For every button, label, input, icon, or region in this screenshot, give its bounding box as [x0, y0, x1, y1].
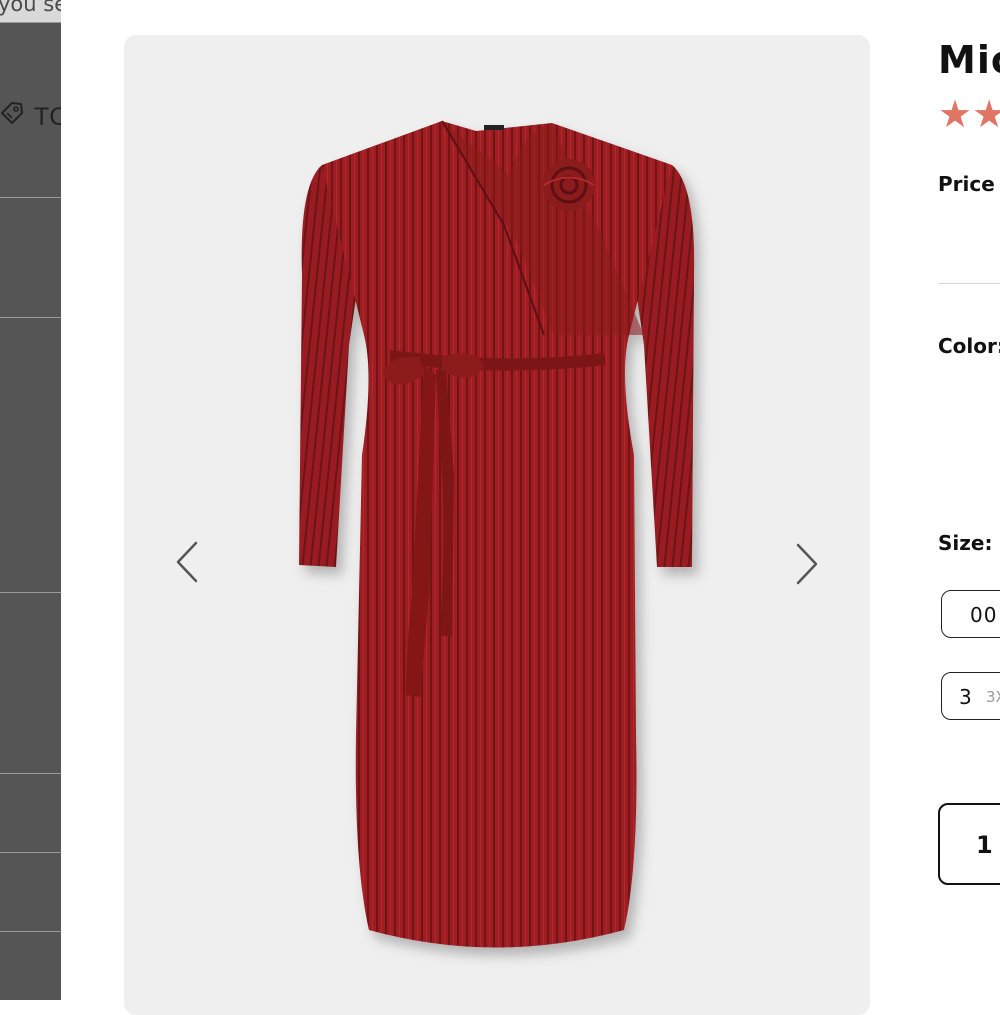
size-option-00[interactable]: 00 — [941, 590, 1000, 638]
size-option-label: 3 — [959, 685, 973, 709]
size-option-label: 00 — [970, 603, 998, 627]
side-drawer: you se TC — [0, 0, 61, 1000]
product-image-gallery — [124, 35, 870, 1015]
tag-icon — [1, 102, 23, 124]
drawer-divider — [0, 773, 61, 774]
color-label: Color: — [938, 334, 1000, 358]
quantity-selector[interactable]: 1 — [938, 803, 1000, 885]
drawer-divider — [0, 317, 61, 318]
product-image[interactable] — [124, 35, 870, 1015]
next-image-button[interactable] — [792, 539, 822, 589]
search-hint-bar: you se — [0, 0, 61, 22]
chevron-left-icon — [176, 541, 198, 583]
drawer-divider — [0, 592, 61, 593]
size-option-3[interactable]: 3 3X — [941, 672, 1000, 720]
price-label: Price — [938, 172, 995, 196]
size-label: Size: — [938, 531, 993, 555]
drawer-divider — [0, 852, 61, 853]
drawer-divider — [0, 931, 61, 932]
search-hint-text: you se — [0, 0, 61, 16]
drawer-divider — [0, 22, 61, 23]
section-divider — [938, 283, 1000, 284]
chevron-right-icon — [796, 543, 818, 585]
previous-image-button[interactable] — [172, 537, 202, 587]
rating-stars[interactable]: ★★ — [938, 95, 1000, 133]
drawer-menu-label[interactable]: TC — [34, 103, 61, 132]
quantity-value: 1 — [976, 831, 993, 859]
product-title: Mic — [938, 38, 1000, 82]
size-option-sublabel: 3X — [986, 688, 1000, 706]
star-icon: ★★ — [938, 92, 1000, 136]
drawer-divider — [0, 197, 61, 198]
